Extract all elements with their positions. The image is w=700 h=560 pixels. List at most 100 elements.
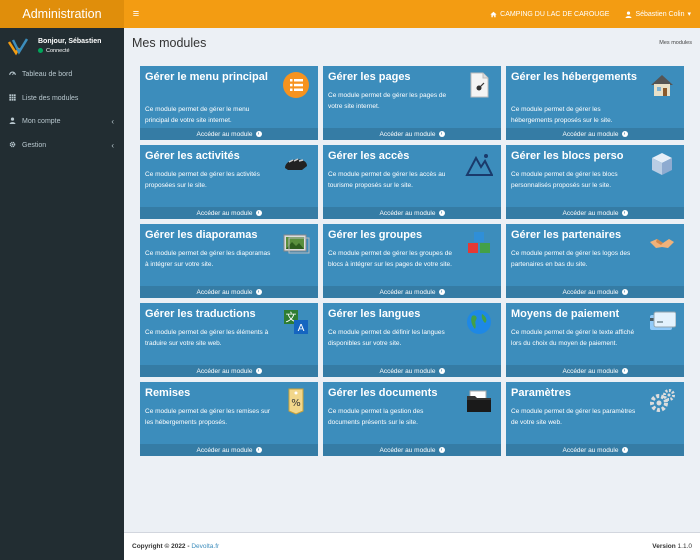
arrow-circle-right-icon: › [621,368,628,374]
svg-text:A: A [298,323,305,334]
sidebar-item-modules[interactable]: Liste des modules [0,87,124,111]
sidebar-item-dashboard[interactable]: Tableau de bord [0,63,124,87]
module-link[interactable]: Accéder au module › [506,207,684,219]
user-menu[interactable]: Sébastien Colin ▾ [625,10,691,18]
module-title: Gérer les pages [328,71,411,83]
module-title: Gérer les activités [145,150,240,162]
chevron-left-icon: ‹ [111,140,114,150]
arrow-circle-right-icon: › [255,210,262,216]
user-panel: Bonjour, Sébastien Connecté [0,28,124,63]
module-card: Gérer les langues Ce module permet de dé… [323,303,501,377]
module-description: Ce module permet de gérer les hébergemen… [511,106,613,124]
module-title: Gérer les documents [328,387,438,399]
module-card: Gérer les documents Ce module permet la … [323,382,501,456]
module-link[interactable]: Accéder au module › [506,128,684,140]
module-link[interactable]: Accéder au module › [140,365,318,377]
module-title: Gérer les langues [328,308,421,320]
bike-helmet-icon [282,150,310,178]
navbar: ≡ CAMPING DU LAC DE CAROUGE Sébastien Co… [124,0,700,28]
module-card: Paramètres Ce module permet de gérer les… [506,382,684,456]
module-link[interactable]: Accéder au module › [323,207,501,219]
arrow-circle-right-icon: › [438,368,445,374]
handshake-icon [648,229,676,257]
module-description: Ce module permet de gérer les remises su… [145,408,270,426]
module-description: Ce module permet de gérer les blocs pers… [511,171,618,189]
breadcrumb[interactable]: Mes modules [659,40,692,46]
arrow-circle-right-icon: › [621,210,628,216]
status-label: Connecté [46,47,70,54]
slideshow-icon [282,229,310,257]
page-footer: Copyright © 2022 - Devolta.fr Version 1.… [124,532,700,560]
cubes-icon [465,229,493,257]
module-link-label: Accéder au module [562,209,619,217]
version-info: Version 1.1.0 [652,543,692,550]
module-link[interactable]: Accéder au module › [506,444,684,456]
module-link[interactable]: Accéder au module › [323,365,501,377]
brand-logo[interactable]: Administration [0,0,124,28]
sidebar-item-account[interactable]: Mon compte ‹ [0,110,124,134]
module-link-label: Accéder au module [379,288,436,296]
module-description: Ce module permet de gérer les diaporamas… [145,250,271,268]
arrow-circle-right-icon: › [621,447,628,453]
module-card: Moyens de paiement Ce module permet de g… [506,303,684,377]
company-link[interactable]: Devolta.fr [191,543,219,550]
sidebar-item-gestion[interactable]: Gestion ‹ [0,134,124,158]
module-title: Moyens de paiement [511,308,620,320]
module-link-label: Accéder au module [196,130,253,138]
menu-list-icon [282,71,310,99]
module-link-label: Accéder au module [196,446,253,454]
module-link[interactable]: Accéder au module › [323,444,501,456]
module-card: Gérer les pages Ce module permet de gére… [323,66,501,140]
module-card: Gérer les groupes Ce module permet de gé… [323,224,501,298]
sidebar-item-label: Mon compte [22,118,61,126]
page-title: Mes modules [132,36,207,50]
user-icon [9,117,22,126]
house-icon [648,71,676,99]
module-link[interactable]: Accéder au module › [140,286,318,298]
sidebar: Bonjour, Sébastien Connecté Tableau de b… [0,28,124,560]
module-link[interactable]: Accéder au module › [140,128,318,140]
module-link[interactable]: Accéder au module › [506,286,684,298]
module-title: Paramètres [511,387,571,399]
module-link-label: Accéder au module [379,209,436,217]
module-link[interactable]: Accéder au module › [323,286,501,298]
module-link-label: Accéder au module [379,367,436,375]
arrow-circle-right-icon: › [255,447,262,453]
module-description: Ce module permet de gérer les éléments à… [145,329,269,347]
sidebar-item-label: Liste des modules [22,94,79,102]
module-link[interactable]: Accéder au module › [140,207,318,219]
arrow-circle-right-icon: › [255,368,262,374]
module-link[interactable]: Accéder au module › [323,128,501,140]
version-number: 1.1.0 [677,543,692,550]
user-menu-label: Sébastien Colin [635,10,685,18]
campsite-link[interactable]: CAMPING DU LAC DE CAROUGE [490,11,609,18]
mountain-icon [465,150,493,178]
arrow-circle-right-icon: › [438,210,445,216]
menu-toggle-icon[interactable]: ≡ [124,0,148,28]
module-description: Ce module permet de gérer les activités … [145,171,260,189]
module-title: Gérer les hébergements [511,71,637,83]
copyright: Copyright © 2022 - [132,543,190,550]
campsite-name: CAMPING DU LAC DE CAROUGE [500,10,610,18]
module-description: Ce module permet de gérer le menu princi… [145,106,250,124]
module-card: Gérer les hébergements Ce module permet … [506,66,684,140]
module-card: Gérer les blocs perso Ce module permet d… [506,145,684,219]
sidebar-item-label: Tableau de bord [22,71,73,79]
online-dot-icon [38,48,43,53]
arrow-circle-right-icon: › [438,131,445,137]
module-link[interactable]: Accéder au module › [506,365,684,377]
home-icon [490,11,497,17]
module-link[interactable]: Accéder au module › [140,444,318,456]
module-card: Remises Ce module permet de gérer les re… [140,382,318,456]
module-title: Gérer les blocs perso [511,150,624,162]
module-description: Ce module permet de gérer les groupes de… [328,250,452,268]
translate-icon: 文A [282,308,310,336]
top-bar: Administration ≡ CAMPING DU LAC DE CAROU… [0,0,700,28]
module-link-label: Accéder au module [196,367,253,375]
page-icon [465,71,493,99]
module-title: Gérer les partenaires [511,229,622,241]
module-link-label: Accéder au module [562,367,619,375]
sidebar-menu: Tableau de bord Liste des modules Mon co… [0,63,124,157]
user-status: Connecté [38,48,101,54]
module-title: Gérer les groupes [328,229,423,241]
